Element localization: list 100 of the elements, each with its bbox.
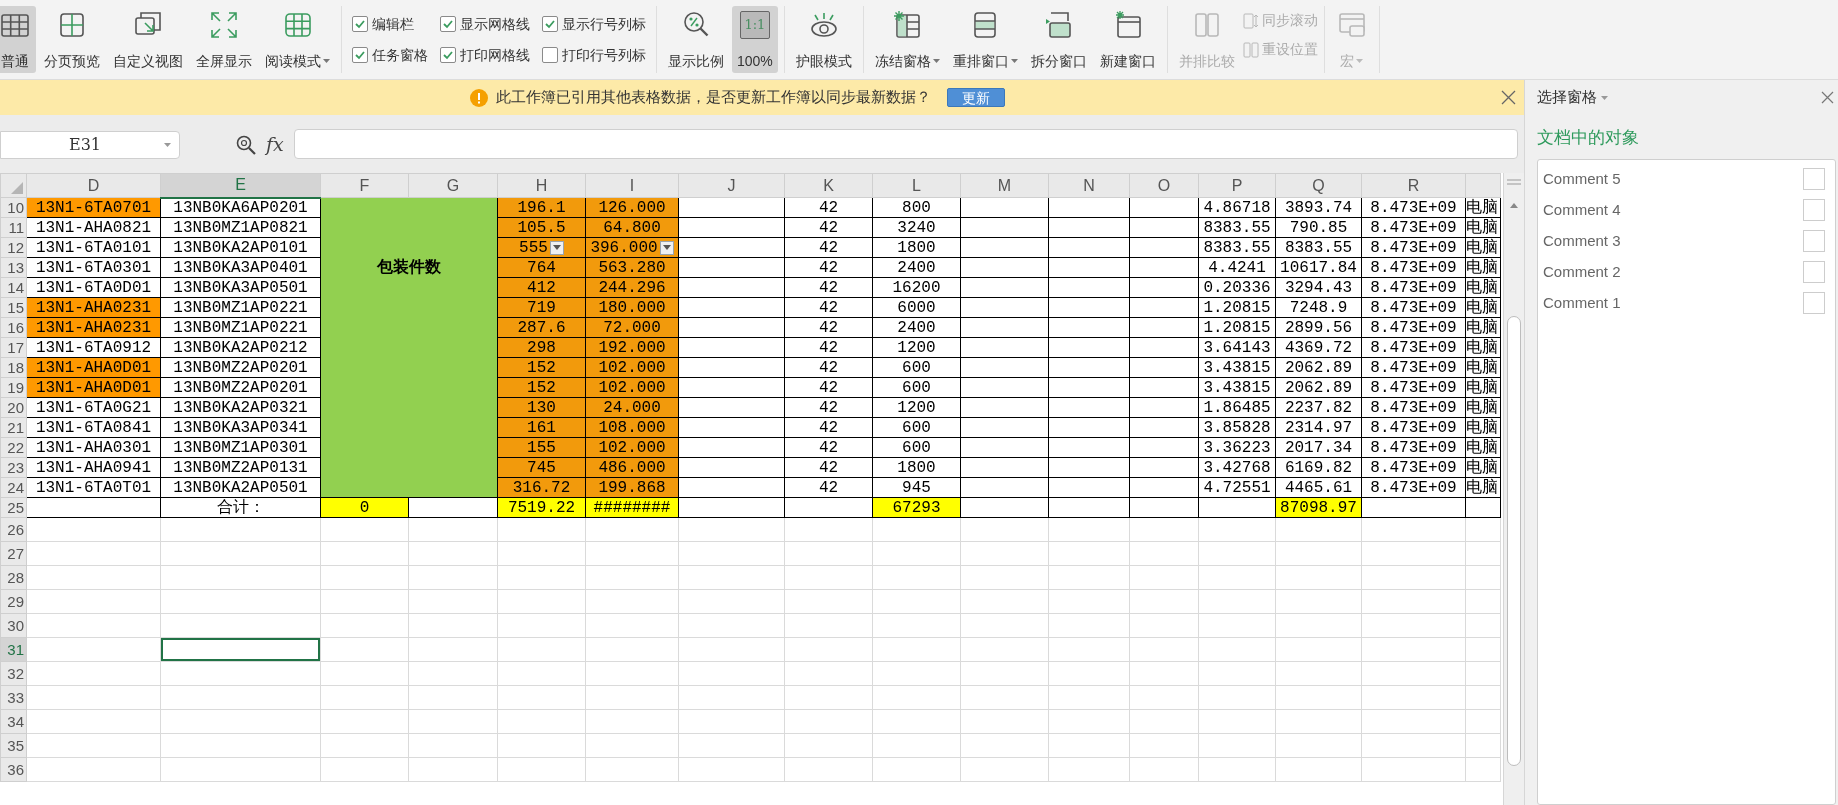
column-header[interactable]: P [1198,173,1276,198]
row-header[interactable]: 28 [0,565,27,590]
row-header[interactable]: 24 [0,477,27,498]
table-cell: 8.473E+09 [1361,337,1466,358]
column-header[interactable]: J [678,173,785,198]
row-header[interactable]: 10 [0,197,27,218]
ribbon-button[interactable]: 新建窗口 [1094,6,1161,73]
row-header[interactable]: 14 [0,277,27,298]
ribbon-button[interactable]: 分页预览 [39,6,105,73]
ribbon-button[interactable]: 阅读模式 [260,6,335,73]
column-header[interactable]: M [960,173,1049,198]
close-icon[interactable] [1821,91,1834,104]
pane-menu-button[interactable]: 选择窗格 [1537,86,1608,109]
ribbon-button[interactable]: 1:1 100% [732,6,778,73]
checkbox[interactable]: 任务窗格 [352,44,428,66]
column-header[interactable]: L [872,173,961,198]
table-cell: 2899.56 [1275,317,1362,338]
ribbon-button[interactable]: 自定义视图 [108,6,188,73]
column-header[interactable]: I [585,173,679,198]
checkbox[interactable]: 显示网格线 [440,13,530,35]
row-header[interactable]: 16 [0,317,27,338]
row-header[interactable]: 13 [0,257,27,278]
row-header[interactable]: 17 [0,337,27,358]
row-header[interactable]: 11 [0,217,27,238]
ribbon-button[interactable]: 全屏显示 [191,6,257,73]
table-cell: 1200 [872,397,961,418]
ribbon-button[interactable]: 拆分窗口 [1025,6,1092,73]
row-header[interactable]: 12 [0,237,27,258]
row-header[interactable]: 15 [0,297,27,318]
column-header[interactable]: E [160,173,321,198]
table-cell: 10617.84 [1275,257,1362,278]
visibility-checkbox[interactable] [1803,230,1825,252]
table-cell: 42 [784,397,873,418]
table-cell: 2314.97 [1275,417,1362,438]
row-header[interactable]: 18 [0,357,27,378]
ribbon-button[interactable]: 显示比例 [663,6,729,73]
split-handle-icon[interactable] [1507,179,1521,185]
filter-dropdown-button[interactable] [659,240,674,255]
row-header[interactable]: 33 [0,685,27,710]
ribbon-button[interactable]: 冻结窗格 [869,6,945,73]
row-header[interactable]: 32 [0,661,27,686]
checkbox[interactable]: 打印行号列标 [542,44,646,66]
row-header[interactable]: 34 [0,709,27,734]
object-item[interactable]: Comment 1 [1543,291,1621,315]
row-header[interactable]: 25 [0,497,27,518]
row-header[interactable]: 19 [0,377,27,398]
checkbox[interactable]: 编辑栏 [352,13,428,35]
column-header[interactable]: G [408,173,498,198]
checkbox[interactable]: 打印网格线 [440,44,530,66]
row-header[interactable]: 26 [0,517,27,542]
visibility-checkbox[interactable] [1803,168,1825,190]
table-cell: 1.20815 [1198,297,1276,318]
row-header[interactable]: 20 [0,397,27,418]
row-header[interactable]: 21 [0,417,27,438]
name-box[interactable]: E31 [0,131,180,159]
object-item[interactable]: Comment 2 [1543,260,1621,284]
selected-cell[interactable] [160,637,321,662]
table-cell: 13N1-6TA0D01 [26,277,161,298]
row-header[interactable]: 31 [0,637,27,662]
table-cell: 8.473E+09 [1361,237,1466,258]
scroll-up-icon[interactable] [1510,203,1518,208]
row-header[interactable]: 22 [0,437,27,458]
row-header[interactable]: 30 [0,613,27,638]
row-header[interactable]: 27 [0,541,27,566]
select-all-icon[interactable] [11,182,23,194]
column-header[interactable]: K [784,173,873,198]
caret-icon [1010,59,1018,63]
row-header[interactable]: 23 [0,457,27,478]
ribbon-button[interactable]: 普通 [0,6,36,73]
scrollbar-thumb[interactable] [1507,316,1521,766]
checkbox[interactable]: 显示行号列标 [542,13,646,35]
row-header[interactable]: 36 [0,757,27,782]
column-header[interactable]: F [320,173,409,198]
visibility-checkbox[interactable] [1803,261,1825,283]
column-header[interactable]: N [1048,173,1130,198]
update-button[interactable]: 更新 [947,88,1005,107]
visibility-checkbox[interactable] [1803,292,1825,314]
object-item[interactable]: Comment 4 [1543,198,1621,222]
ribbon-button[interactable]: 护眼模式 [790,6,857,73]
table-cell: 2237.82 [1275,397,1362,418]
visibility-checkbox[interactable] [1803,199,1825,221]
search-icon[interactable] [236,135,256,155]
column-header[interactable]: O [1129,173,1199,198]
column-header[interactable]: Q [1275,173,1362,198]
formula-input[interactable] [293,129,1518,159]
table-cell: 42 [784,257,873,278]
row-header[interactable]: 35 [0,733,27,758]
ribbon-button[interactable]: 重排窗口 [947,6,1023,73]
close-icon[interactable] [1501,90,1516,105]
object-item[interactable]: Comment 3 [1543,229,1621,253]
table-cell: 电脑 [1465,417,1501,438]
column-header[interactable]: D [26,173,161,198]
filter-dropdown-button[interactable] [549,240,564,255]
column-header[interactable]: H [497,173,586,198]
table-cell: 13N1-6TA0301 [26,257,161,278]
row-header[interactable]: 29 [0,589,27,614]
object-item[interactable]: Comment 5 [1543,167,1621,191]
table-cell: 4.72551 [1198,477,1276,498]
column-header[interactable]: R [1361,173,1466,198]
table-cell: 0.20336 [1198,277,1276,298]
